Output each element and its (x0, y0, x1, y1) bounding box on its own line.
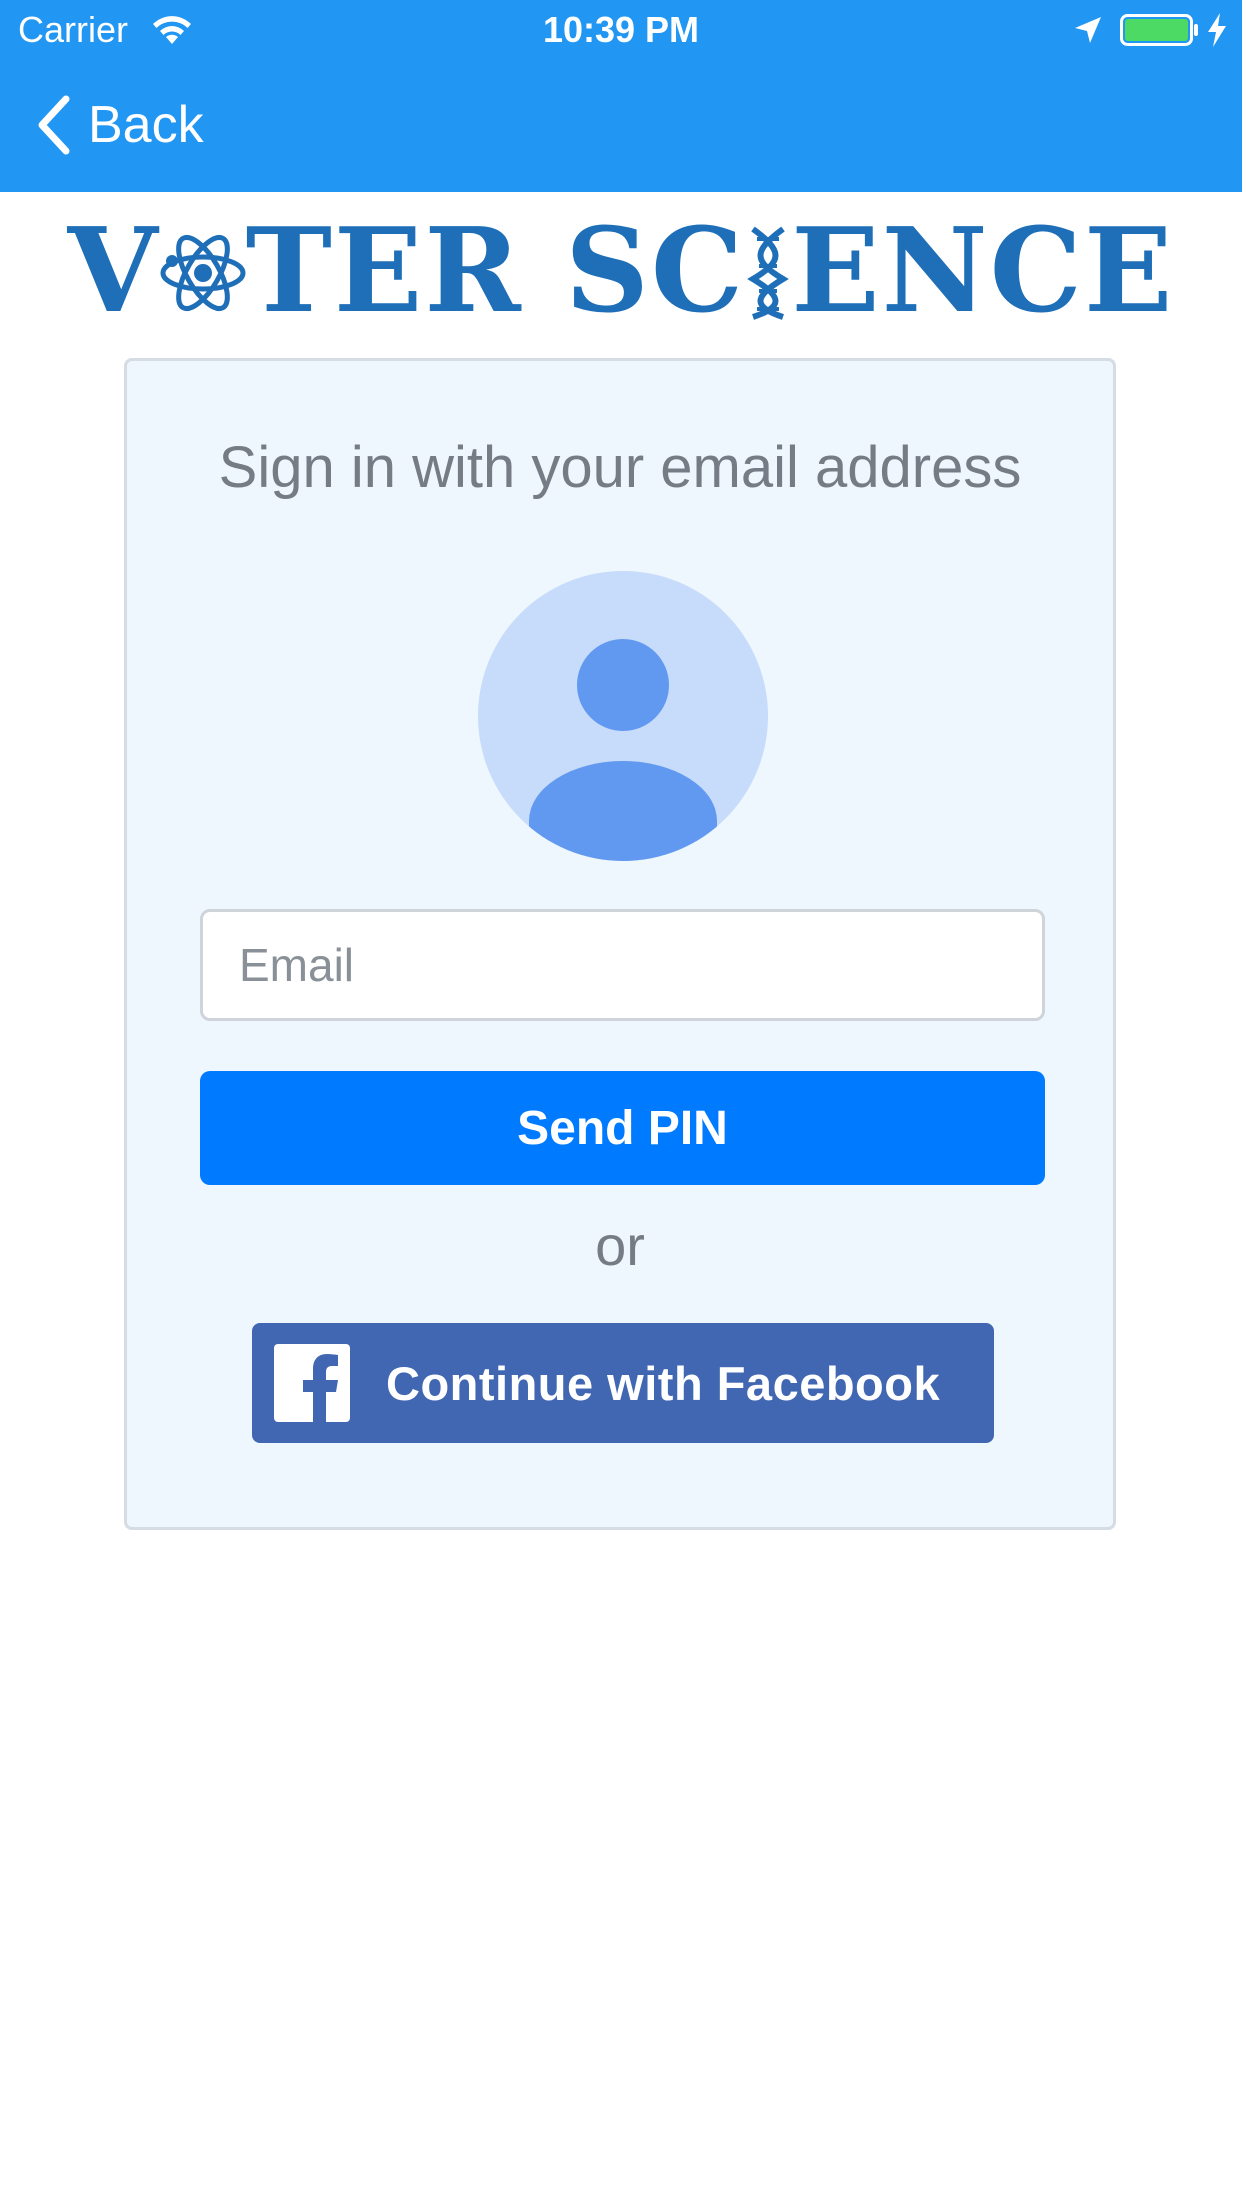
status-time: 10:39 PM (542, 9, 700, 50)
sign-in-card: Sign in with your email address Send PIN… (124, 358, 1116, 1530)
voter-science-logo: V TER SC ENCE (0, 206, 1242, 336)
status-bar: Carrier 10:39 PM (0, 0, 1242, 60)
sign-in-screen: Carrier 10:39 PM Back V TER SC ENCE Sign… (0, 0, 1242, 2208)
battery-icon (1120, 14, 1198, 46)
person-placeholder-icon (478, 571, 768, 861)
facebook-f-icon (274, 1344, 350, 1422)
avatar-body (529, 761, 717, 861)
send-pin-button[interactable]: Send PIN (200, 1071, 1045, 1185)
location-arrow-icon (1075, 17, 1101, 43)
continue-with-facebook-button[interactable]: Continue with Facebook (252, 1323, 994, 1443)
navigation-bar: Back (0, 60, 1242, 192)
back-label: Back (88, 96, 204, 154)
logo-text-ence: ENCE (791, 203, 1175, 339)
dna-icon (745, 216, 791, 320)
sign-in-title: Sign in with your email address (218, 435, 1022, 500)
or-divider-text: or (595, 1214, 645, 1277)
logo-text-ter-sc: TER SC (245, 203, 746, 339)
facebook-button-label: Continue with Facebook (386, 1356, 941, 1410)
atom-icon (160, 216, 246, 316)
chevron-left-icon (38, 95, 70, 155)
charging-bolt-icon (1208, 13, 1226, 47)
back-button[interactable]: Back (34, 90, 204, 160)
email-input[interactable] (200, 909, 1045, 1021)
avatar-head (577, 639, 669, 731)
app-header: Carrier 10:39 PM Back (0, 0, 1242, 192)
logo-text-v: V (67, 203, 160, 339)
